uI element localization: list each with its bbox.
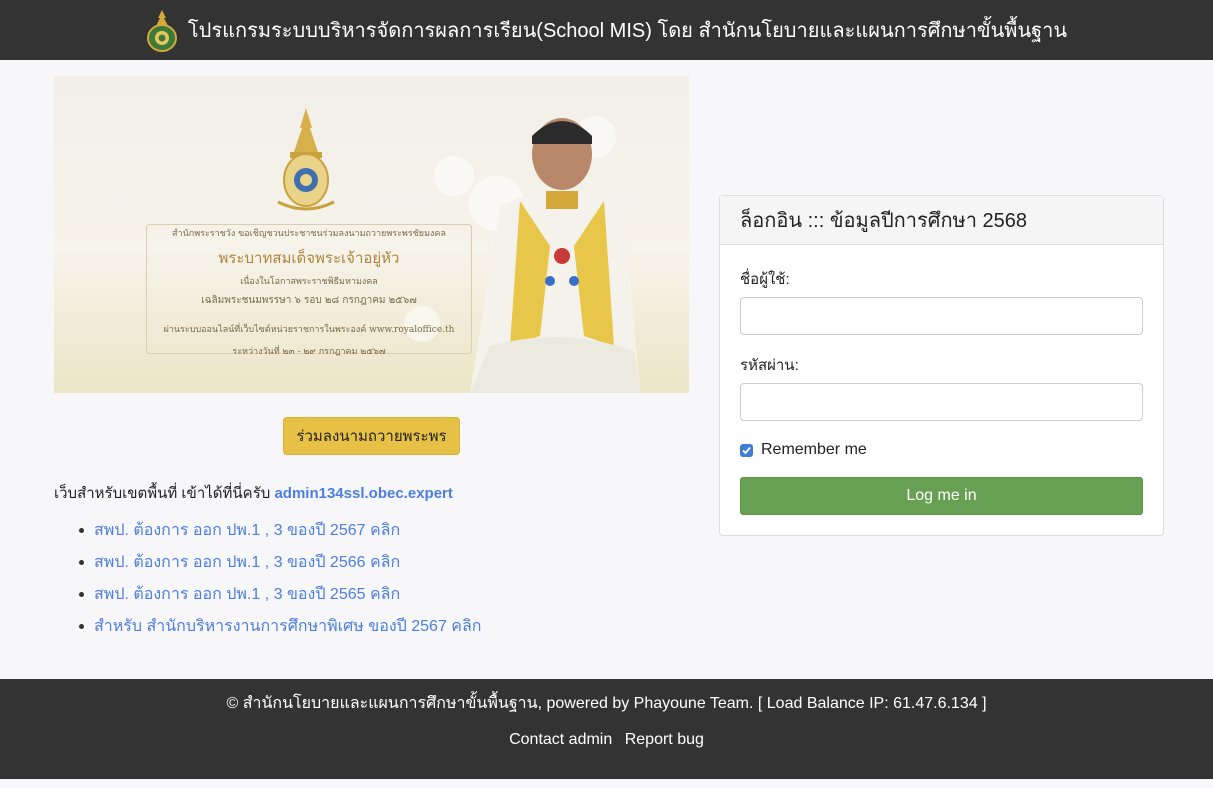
login-card: ล็อกอิน ::: ข้อมูลปีการศึกษา 2568 ชื่อผู… xyxy=(719,195,1164,536)
log-me-in-button[interactable]: Log me in xyxy=(740,477,1143,515)
remember-me-checkbox[interactable] xyxy=(740,443,753,457)
report-link-2565[interactable]: สพป. ต้องการ ออก ปพ.1 , 3 ของปี 2565 คลิ… xyxy=(94,586,400,603)
username-input[interactable] xyxy=(740,297,1143,335)
username-label: ชื่อผู้ใช้: xyxy=(740,271,790,288)
banner-line-2: พระบาทสมเด็จพระเจ้าอยู่หัว xyxy=(218,249,400,267)
password-input[interactable] xyxy=(740,383,1143,421)
remember-me-label: Remember me xyxy=(761,441,867,458)
remember-me-row[interactable]: Remember me xyxy=(740,441,867,459)
king-portrait-image xyxy=(470,118,640,393)
area-note: เว็บสำหรับเขตพื้นที่ เข้าได้ที่นี่ครับ a… xyxy=(54,481,453,505)
top-navbar: โปรแกรมระบบบริหารจัดการผลการเรียน(School… xyxy=(0,0,1213,60)
login-card-header: ล็อกอิน ::: ข้อมูลปีการศึกษา 2568 xyxy=(720,196,1163,245)
banner-line-6: ระหว่างวันที่ ๒๓ - ๒๙ กรกฎาคม ๒๕๖๗ xyxy=(232,347,386,357)
area-note-text: เว็บสำหรับเขตพื้นที่ เข้าได้ที่นี่ครับ xyxy=(54,485,271,502)
royal-emblem-icon xyxy=(277,108,335,211)
obec-emblem-icon xyxy=(146,10,177,52)
contact-admin-link[interactable]: Contact admin xyxy=(509,731,612,748)
banner-line-3: เนื่องในโอกาสพระราชพิธีมหามงคล xyxy=(240,277,378,287)
list-item: สำหรับ สำนักบริหารงานการศึกษาพิเศษ ของปี… xyxy=(78,615,481,647)
royal-banner-image[interactable]: สำนักพระราชวัง ขอเชิญชวนประชาชนร่วมลงนาม… xyxy=(54,76,689,393)
report-bug-link[interactable]: Report bug xyxy=(625,731,704,748)
report-link-2567[interactable]: สพป. ต้องการ ออก ปพ.1 , 3 ของปี 2567 คลิ… xyxy=(94,522,400,539)
footer-copyright: © สำนักนโยบายและแผนการศึกษาขั้นพื้นฐาน, … xyxy=(226,695,987,712)
sign-blessing-button[interactable]: ร่วมลงนามถวายพระพร xyxy=(283,417,460,455)
banner-line-5: ผ่านระบบออนไลน์ที่เว็บไซต์หน่วยราชการในพ… xyxy=(163,325,455,335)
footer-links: Contact admin Report bug xyxy=(0,731,1213,749)
list-item: สพป. ต้องการ ออก ปพ.1 , 3 ของปี 2566 คลิ… xyxy=(78,551,481,583)
area-admin-link[interactable]: admin134ssl.obec.expert xyxy=(274,485,452,502)
banner-line-4: เฉลิมพระชนมพรรษา ๖ รอบ ๒๘ กรกฎาคม ๒๕๖๗ xyxy=(201,295,417,306)
password-label: รหัสผ่าน: xyxy=(740,357,799,374)
report-link-2566[interactable]: สพป. ต้องการ ออก ปพ.1 , 3 ของปี 2566 คลิ… xyxy=(94,554,400,571)
app-title: โปรแกรมระบบบริหารจัดการผลการเรียน(School… xyxy=(187,20,1068,42)
login-title: ล็อกอิน ::: ข้อมูลปีการศึกษา 2568 xyxy=(740,210,1028,232)
list-item: สพป. ต้องการ ออก ปพ.1 , 3 ของปี 2565 คลิ… xyxy=(78,583,481,615)
report-links-list: สพป. ต้องการ ออก ปพ.1 , 3 ของปี 2567 คลิ… xyxy=(78,519,481,647)
special-education-link[interactable]: สำหรับ สำนักบริหารงานการศึกษาพิเศษ ของปี… xyxy=(94,618,481,635)
banner-caption: สำนักพระราชวัง ขอเชิญชวนประชาชนร่วมลงนาม… xyxy=(154,226,464,358)
list-item: สพป. ต้องการ ออก ปพ.1 , 3 ของปี 2567 คลิ… xyxy=(78,519,481,551)
footer: © สำนักนโยบายและแผนการศึกษาขั้นพื้นฐาน, … xyxy=(0,679,1213,779)
banner-line-1: สำนักพระราชวัง ขอเชิญชวนประชาชนร่วมลงนาม… xyxy=(172,229,446,239)
page-bottom-strip xyxy=(0,779,1213,788)
checkmark-icon xyxy=(742,446,751,454)
